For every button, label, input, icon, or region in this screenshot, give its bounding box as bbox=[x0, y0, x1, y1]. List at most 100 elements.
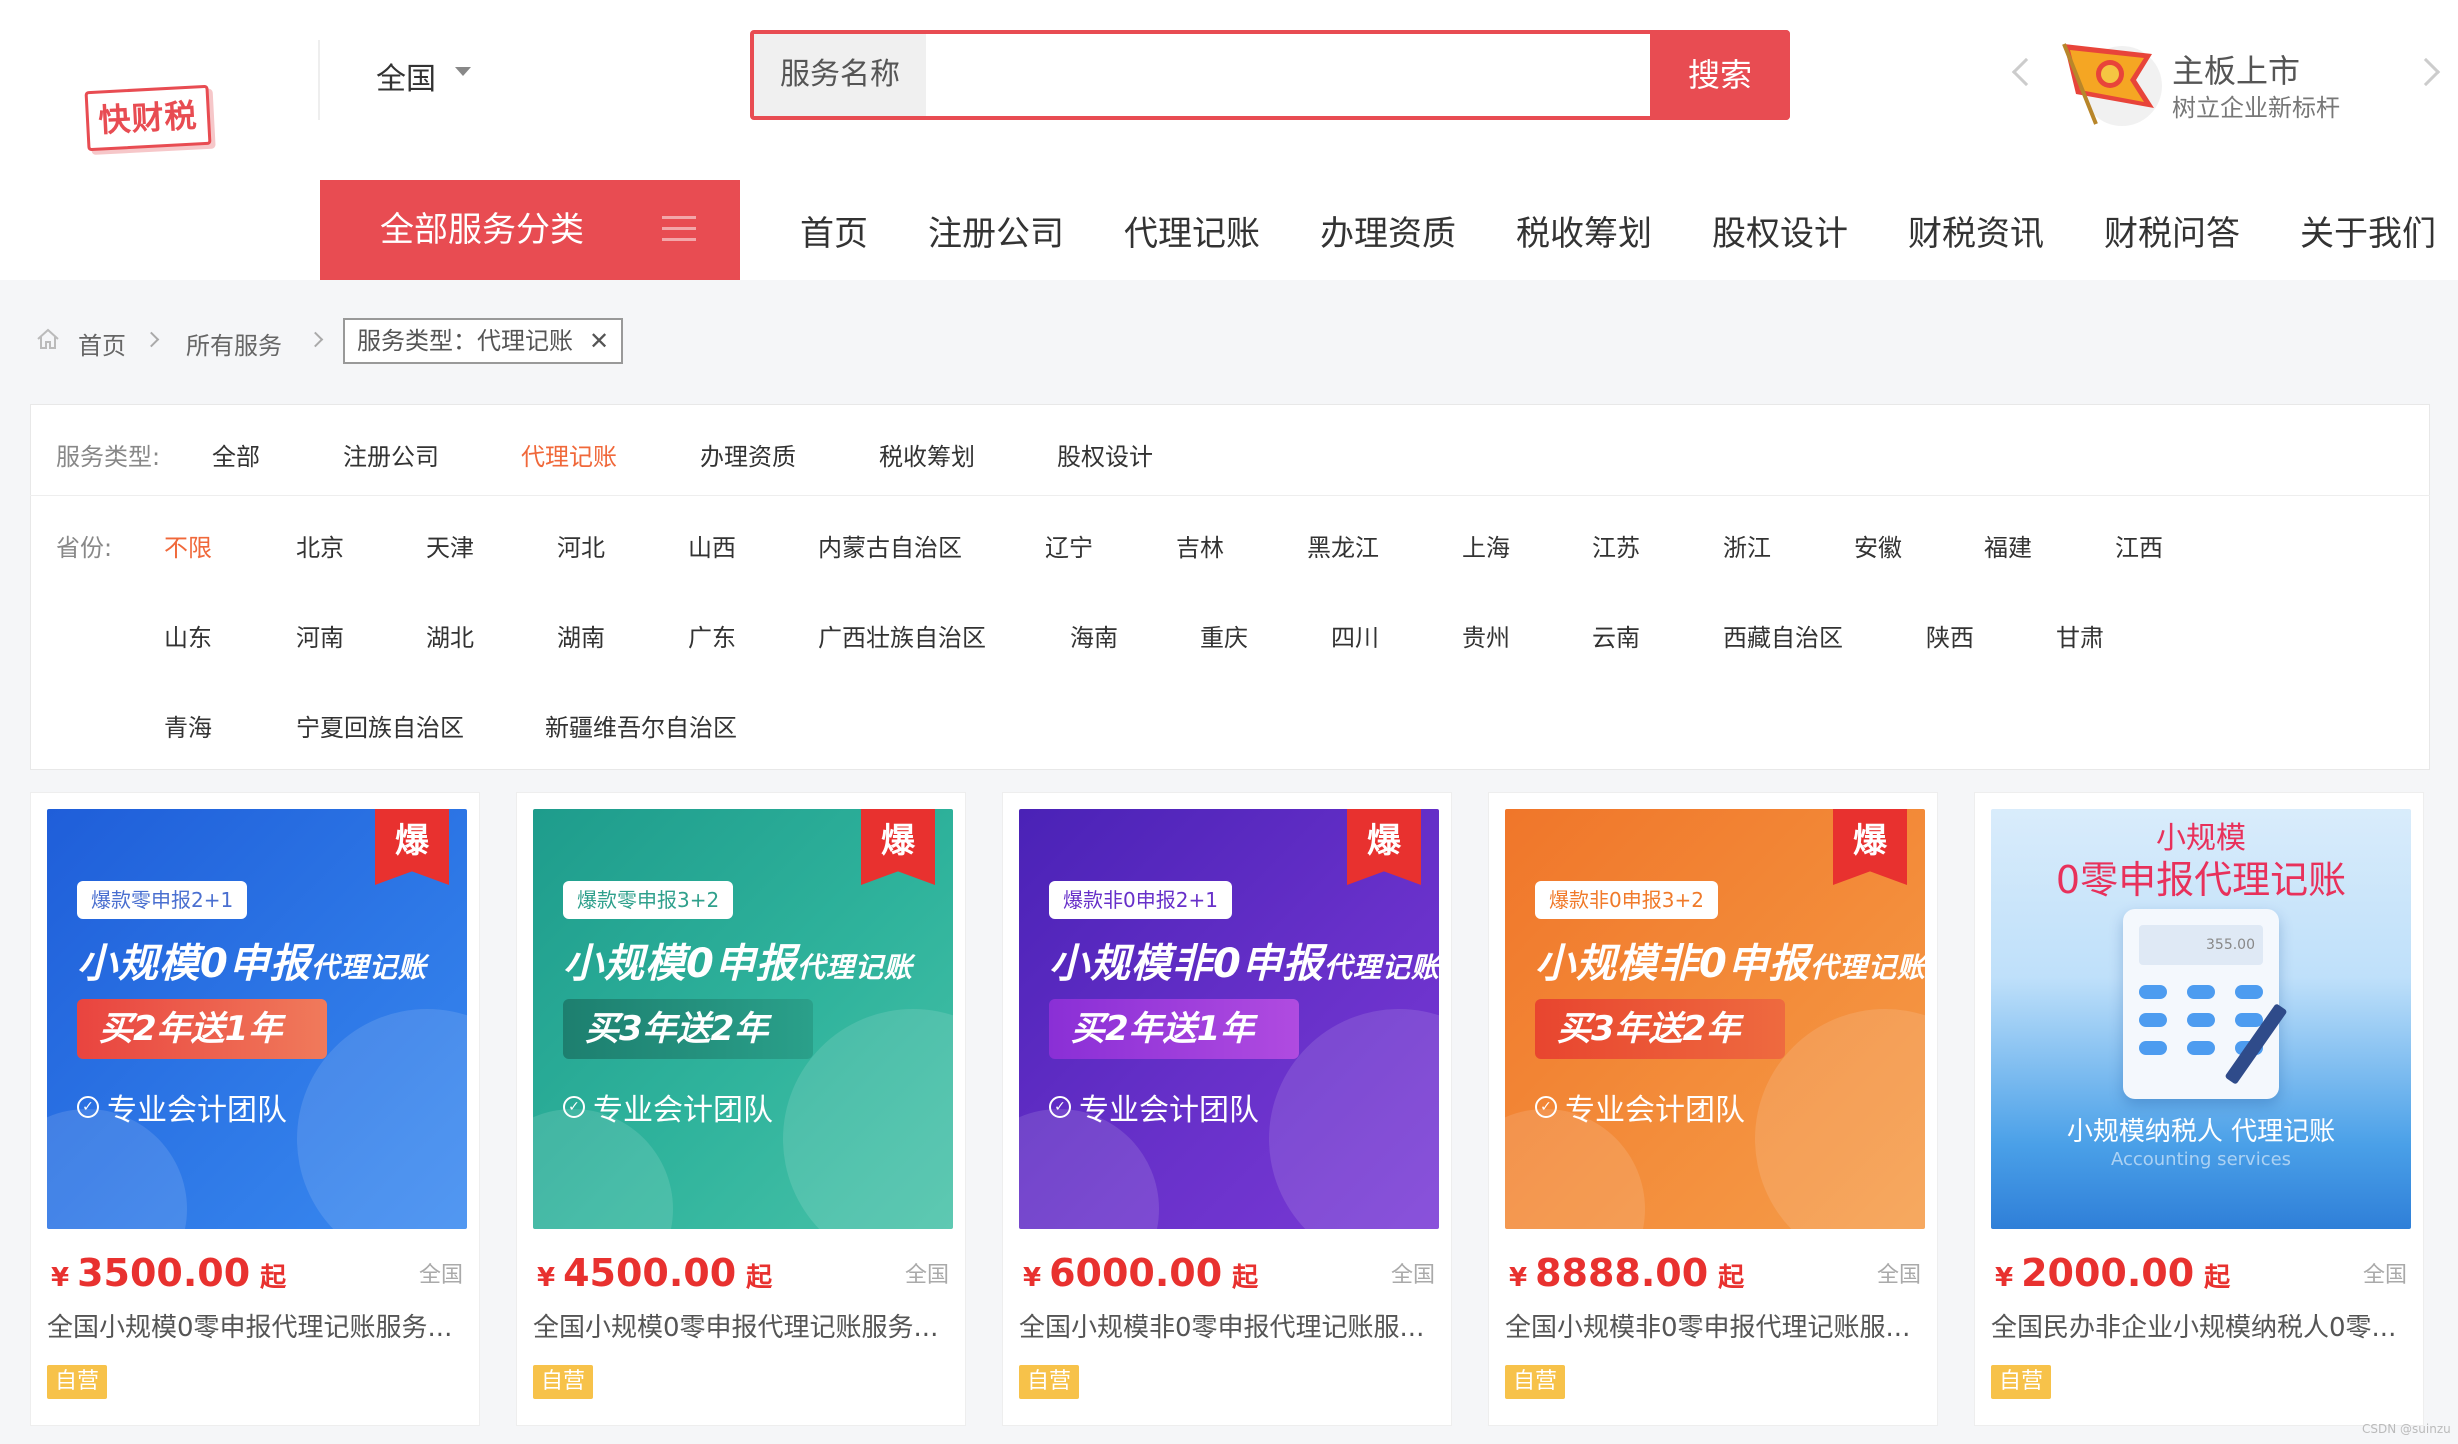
chevron-right-icon bbox=[143, 331, 160, 348]
product-card[interactable]: 爆 爆款非0申报2+1 小规模非0申报代理记账 买2年送1年 ✓ 专业会计团队 ¥… bbox=[1002, 792, 1452, 1426]
product-card[interactable]: 爆 爆款零申报3+2 小规模0申报代理记账 买3年送2年 ✓ 专业会计团队 ¥45… bbox=[516, 792, 966, 1426]
province-item[interactable]: 四川 bbox=[1331, 618, 1379, 653]
province-item[interactable]: 安徽 bbox=[1854, 528, 1902, 563]
province-item[interactable]: 广东 bbox=[688, 618, 736, 653]
calculator-key bbox=[2139, 985, 2167, 999]
province-item[interactable]: 湖北 bbox=[426, 618, 474, 653]
product-card[interactable]: 爆 爆款非0申报3+2 小规模非0申报代理记账 买3年送2年 ✓ 专业会计团队 ¥… bbox=[1488, 792, 1938, 1426]
breadcrumb-home[interactable]: 首页 bbox=[78, 326, 126, 361]
breadcrumb-all-services[interactable]: 所有服务 bbox=[186, 326, 282, 361]
province-item[interactable]: 江西 bbox=[2115, 528, 2163, 563]
main-nav: 首页 注册公司 代理记账 办理资质 税收筹划 股权设计 财税资讯 财税问答 关于… bbox=[800, 180, 2458, 280]
province-item[interactable]: 浙江 bbox=[1723, 528, 1771, 563]
province-item[interactable]: 西藏自治区 bbox=[1723, 618, 1843, 653]
calculator-icon: 355.00 bbox=[2123, 909, 2279, 1099]
product-card[interactable]: 小规模 0零申报代理记账 355.00 小规模纳税人 代理记账 Accounti… bbox=[1974, 792, 2424, 1426]
menu-icon[interactable] bbox=[662, 216, 696, 242]
province-item[interactable]: 宁夏回族自治区 bbox=[296, 708, 464, 743]
nav-qualification[interactable]: 办理资质 bbox=[1320, 206, 1456, 255]
service-type-bookkeeping[interactable]: 代理记账 bbox=[521, 437, 617, 472]
region-tag: 全国 bbox=[2362, 1263, 2407, 1288]
province-item[interactable]: 山西 bbox=[688, 528, 736, 563]
offer-banner: 买3年送2年 bbox=[1535, 999, 1785, 1059]
search-button[interactable]: 搜索 bbox=[1650, 30, 1790, 120]
product-image[interactable]: 爆 爆款非0申报3+2 小规模非0申报代理记账 买3年送2年 ✓ 专业会计团队 bbox=[1505, 809, 1925, 1229]
chevron-down-icon[interactable] bbox=[455, 67, 471, 76]
check-icon: ✓ bbox=[77, 1096, 99, 1118]
product-image[interactable]: 爆 爆款零申报2+1 小规模0申报代理记账 买2年送1年 ✓ 专业会计团队 bbox=[47, 809, 467, 1229]
province-item[interactable]: 陕西 bbox=[1926, 618, 1974, 653]
service-type-tax-planning[interactable]: 税收筹划 bbox=[879, 437, 975, 472]
service-type-equity[interactable]: 股权设计 bbox=[1057, 437, 1153, 472]
province-item[interactable]: 新疆维吾尔自治区 bbox=[545, 708, 737, 743]
header-divider bbox=[318, 40, 320, 120]
province-item[interactable]: 海南 bbox=[1070, 618, 1118, 653]
price-value: 3500.00 bbox=[77, 1251, 251, 1295]
service-type-all[interactable]: 全部 bbox=[212, 437, 260, 472]
product-image[interactable]: 小规模 0零申报代理记账 355.00 小规模纳税人 代理记账 Accounti… bbox=[1991, 809, 2411, 1229]
product-card[interactable]: 爆 爆款零申报2+1 小规模0申报代理记账 买2年送1年 ✓ 专业会计团队 ¥35… bbox=[30, 792, 480, 1426]
product-image[interactable]: 爆 爆款非0申报2+1 小规模非0申报代理记账 买2年送1年 ✓ 专业会计团队 bbox=[1019, 809, 1439, 1229]
province-item[interactable]: 重庆 bbox=[1200, 618, 1248, 653]
province-item[interactable]: 内蒙古自治区 bbox=[818, 528, 962, 563]
calculator-key bbox=[2187, 1041, 2215, 1055]
region-selector[interactable]: 全国 bbox=[376, 54, 436, 98]
product-title[interactable]: 全国小规模非0零申报代理记账服... bbox=[1505, 1307, 1923, 1344]
service-type-label: 服务类型: bbox=[56, 443, 161, 471]
province-item[interactable]: 江苏 bbox=[1592, 528, 1640, 563]
service-type-register[interactable]: 注册公司 bbox=[343, 437, 439, 472]
province-item[interactable]: 天津 bbox=[426, 528, 474, 563]
flag-icon bbox=[2062, 43, 2162, 126]
nav-tax-qa[interactable]: 财税问答 bbox=[2104, 206, 2240, 255]
search-type-label[interactable]: 服务名称 bbox=[754, 34, 926, 116]
province-item[interactable]: 广西壮族自治区 bbox=[818, 618, 986, 653]
headline-small: 代理记账 bbox=[310, 951, 427, 984]
currency-symbol: ¥ bbox=[1509, 1263, 1528, 1293]
product-title[interactable]: 全国小规模0零申报代理记账服务... bbox=[533, 1307, 951, 1344]
site-logo[interactable]: 快财税 bbox=[84, 84, 212, 152]
province-item[interactable]: 青海 bbox=[164, 708, 212, 743]
nav-tax-news[interactable]: 财税资讯 bbox=[1908, 206, 2044, 255]
province-item[interactable]: 上海 bbox=[1462, 528, 1510, 563]
search-input[interactable] bbox=[926, 34, 1646, 116]
region-tag: 全国 bbox=[904, 1263, 949, 1288]
product-title[interactable]: 全国小规模非0零申报代理记账服... bbox=[1019, 1307, 1437, 1344]
province-item[interactable]: 湖南 bbox=[557, 618, 605, 653]
price-value: 2000.00 bbox=[2021, 1251, 2195, 1295]
currency-symbol: ¥ bbox=[51, 1263, 70, 1293]
province-item[interactable]: 北京 bbox=[296, 528, 344, 563]
home-icon bbox=[37, 328, 59, 349]
promo-pill: 爆款非0申报2+1 bbox=[1049, 881, 1232, 919]
product-image[interactable]: 爆 爆款零申报3+2 小规模0申报代理记账 买3年送2年 ✓ 专业会计团队 bbox=[533, 809, 953, 1229]
product-title[interactable]: 全国民办非企业小规模纳税人0零... bbox=[1991, 1307, 2409, 1344]
price-value: 4500.00 bbox=[563, 1251, 737, 1295]
province-item[interactable]: 河南 bbox=[296, 618, 344, 653]
promo-title[interactable]: 主板上市 bbox=[2172, 46, 2300, 92]
watermark: CSDN @suinzu bbox=[2362, 1422, 2451, 1436]
province-item[interactable]: 贵州 bbox=[1462, 618, 1510, 653]
province-item[interactable]: 云南 bbox=[1592, 618, 1640, 653]
close-icon[interactable]: ✕ bbox=[589, 320, 609, 362]
service-type-qualification[interactable]: 办理资质 bbox=[700, 437, 796, 472]
nav-about[interactable]: 关于我们 bbox=[2300, 206, 2436, 255]
offer-banner: 买3年送2年 bbox=[563, 999, 813, 1059]
nav-register-company[interactable]: 注册公司 bbox=[928, 206, 1064, 255]
check-icon: ✓ bbox=[1049, 1096, 1071, 1118]
province-item[interactable]: 甘肃 bbox=[2056, 618, 2104, 653]
promo-pill: 爆款零申报2+1 bbox=[77, 881, 248, 919]
province-item[interactable]: 山东 bbox=[164, 618, 212, 653]
nav-equity-design[interactable]: 股权设计 bbox=[1712, 206, 1848, 255]
province-item[interactable]: 福建 bbox=[1984, 528, 2032, 563]
province-item[interactable]: 黑龙江 bbox=[1307, 528, 1379, 563]
headline-small: 代理记账 bbox=[1323, 951, 1439, 984]
province-item[interactable]: 河北 bbox=[557, 528, 605, 563]
image-title-main: 0零申报代理记账 bbox=[2055, 858, 2347, 902]
province-item[interactable]: 吉林 bbox=[1176, 528, 1224, 563]
headline-small: 代理记账 bbox=[796, 951, 913, 984]
nav-bookkeeping[interactable]: 代理记账 bbox=[1124, 206, 1260, 255]
province-item[interactable]: 辽宁 bbox=[1045, 528, 1093, 563]
product-title[interactable]: 全国小规模0零申报代理记账服务... bbox=[47, 1307, 465, 1344]
province-item[interactable]: 不限 bbox=[164, 528, 212, 563]
nav-tax-planning[interactable]: 税收筹划 bbox=[1516, 206, 1652, 255]
nav-home[interactable]: 首页 bbox=[800, 206, 868, 255]
